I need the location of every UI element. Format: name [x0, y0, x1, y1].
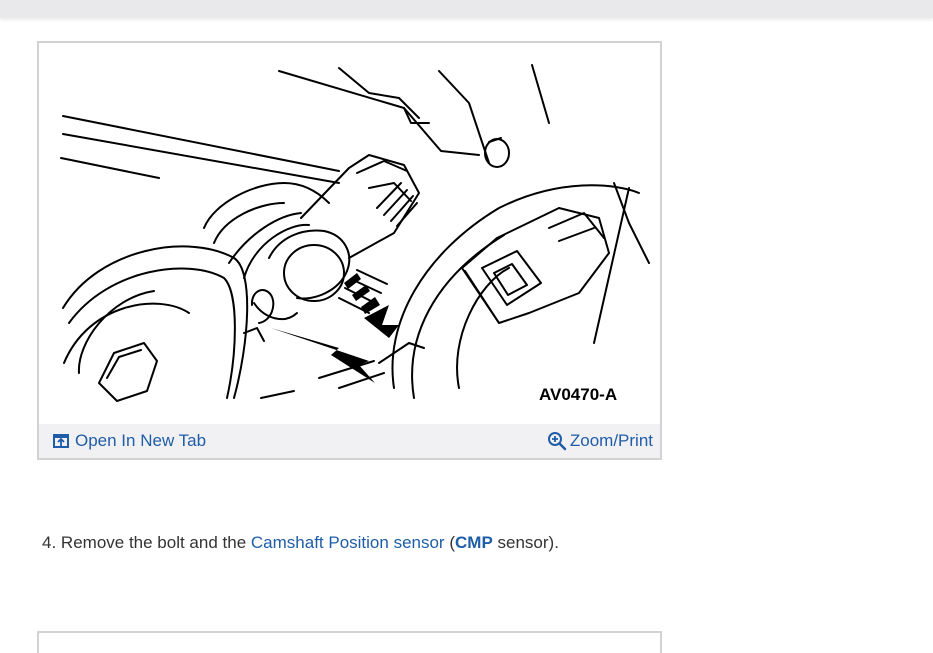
zoom-print-link[interactable]: Zoom/Print [547, 430, 653, 452]
step-text-end: sensor). [497, 533, 559, 552]
step-text: Remove the bolt and the [60, 533, 247, 552]
cmp-abbreviation-link[interactable]: CMP [455, 533, 493, 552]
image-label: AV0470-A [539, 385, 617, 404]
open-new-tab-label: Open In New Tab [75, 431, 207, 450]
open-new-tab-link[interactable]: Open In New Tab [53, 430, 206, 452]
camshaft-position-sensor-link[interactable]: Camshaft Position sensor [251, 533, 445, 552]
open-new-tab-icon [53, 434, 69, 448]
figure-toolbar: Open In New Tab Zoom/Print [39, 424, 660, 458]
top-bar [0, 0, 933, 18]
step-number: 4. [42, 533, 57, 552]
next-figure-card [37, 631, 662, 653]
procedure-step: 4. Remove the bolt and the Camshaft Posi… [42, 533, 559, 553]
cmp-sensor-diagram[interactable]: AV0470-A [39, 43, 660, 411]
zoom-print-label: Zoom/Print [569, 431, 653, 450]
zoom-in-icon [547, 431, 567, 451]
figure-card: AV0470-A Open In New Tab Zoom/Print [37, 41, 662, 460]
